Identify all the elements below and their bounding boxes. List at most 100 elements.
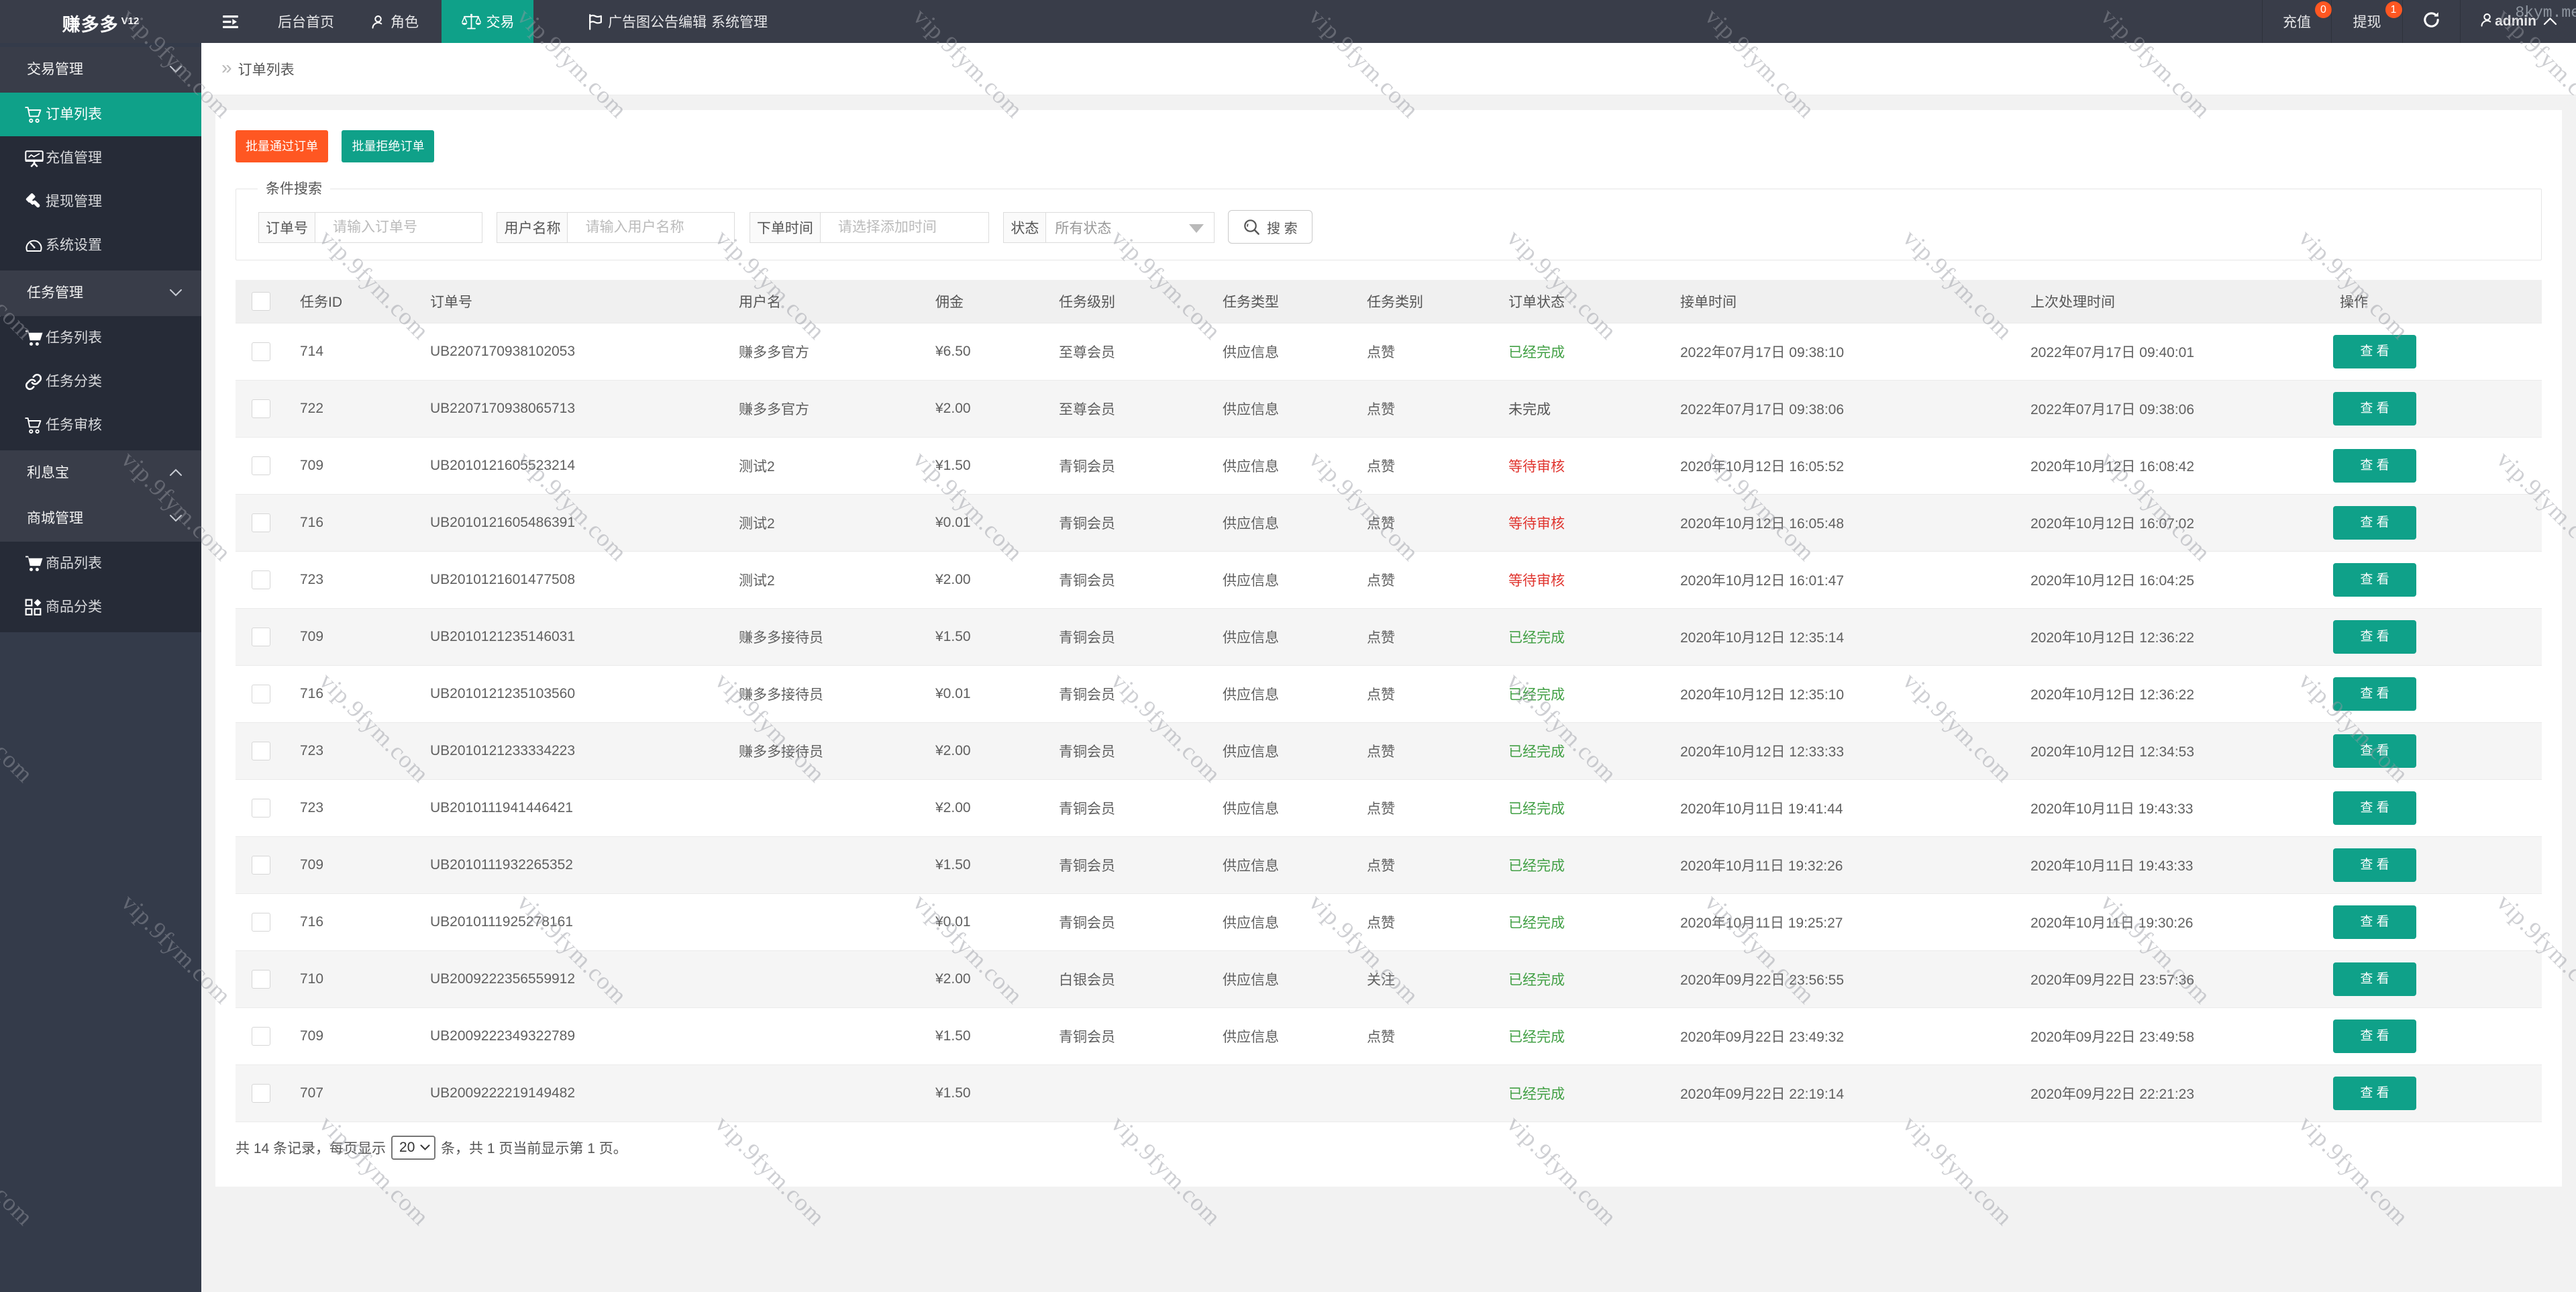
cell-select: [236, 722, 284, 779]
row-checkbox[interactable]: [252, 913, 270, 932]
user-name-group: 用户名称: [497, 212, 735, 243]
view-button[interactable]: 查 看: [2333, 848, 2416, 882]
cell-fee: ¥6.50: [919, 323, 1043, 380]
row-checkbox[interactable]: [252, 856, 270, 875]
cell-category: 点赞: [1351, 665, 1492, 722]
page-size-select[interactable]: 20: [391, 1136, 435, 1160]
cell-fee: ¥1.50: [919, 608, 1043, 665]
row-checkbox[interactable]: [252, 628, 270, 646]
page-title: 订单列表: [238, 59, 295, 79]
row-checkbox[interactable]: [252, 970, 270, 989]
cell-accept-time: 2022年07月17日 09:38:10: [1664, 323, 2014, 380]
refresh-button[interactable]: [2402, 0, 2460, 43]
sidebar-item-订单列表[interactable]: 订单列表: [0, 93, 201, 136]
row-checkbox[interactable]: [252, 456, 270, 475]
sidebar-item-任务分类[interactable]: 任务分类: [0, 360, 201, 403]
row-checkbox[interactable]: [252, 570, 270, 589]
view-button[interactable]: 查 看: [2333, 335, 2416, 368]
sidebar-item-系统设置[interactable]: 系统设置: [0, 223, 201, 267]
sidebar-toggle-button[interactable]: [201, 0, 259, 43]
order-no-input[interactable]: [315, 213, 482, 242]
row-checkbox[interactable]: [252, 1084, 270, 1103]
corner-watermark: 8kym.me: [2515, 4, 2576, 21]
view-button[interactable]: 查 看: [2333, 962, 2416, 996]
view-button[interactable]: 查 看: [2333, 791, 2416, 825]
withdraw-label: 提现: [2353, 11, 2381, 32]
cell-process-time: 2020年10月12日 16:07:02: [2014, 494, 2324, 551]
status-select[interactable]: 所有状态: [1046, 213, 1214, 242]
batch-approve-button[interactable]: 批量通过订单: [236, 130, 328, 162]
cell-select: [236, 608, 284, 665]
cell-process-time: 2020年10月11日 19:43:33: [2014, 836, 2324, 893]
view-button[interactable]: 查 看: [2333, 506, 2416, 540]
recharge-button[interactable]: 充值0: [2262, 0, 2331, 43]
sidebar-group-2[interactable]: 利息宝: [0, 450, 201, 496]
cell-select: [236, 779, 284, 836]
cell-action: 查 看: [2324, 323, 2542, 380]
row-checkbox[interactable]: [252, 799, 270, 817]
sidebar-item-提现管理[interactable]: 提现管理: [0, 180, 201, 223]
sidebar-item-充值管理[interactable]: 充值管理: [0, 136, 201, 180]
row-checkbox[interactable]: [252, 1027, 270, 1046]
sidebar-group-label: 利息宝: [27, 465, 69, 481]
sidebar-item-商品分类[interactable]: 商品分类: [0, 585, 201, 629]
tab-trade[interactable]: 交易: [442, 0, 533, 43]
sidebar-group-1[interactable]: 任务管理: [0, 270, 201, 316]
view-button[interactable]: 查 看: [2333, 734, 2416, 768]
scales-icon: [461, 13, 482, 31]
toolbar: 批量通过订单 批量拒绝订单: [236, 130, 2542, 162]
sidebar-item-商品列表[interactable]: 商品列表: [0, 542, 201, 585]
main-area: 批量通过订单 批量拒绝订单 条件搜索 订单号 用户名称 下单时间 状态 所有状态…: [201, 95, 2576, 1292]
row-checkbox[interactable]: [252, 399, 270, 418]
cell-accept-time: 2020年09月22日 23:49:32: [1664, 1007, 2014, 1064]
search-icon: [1243, 218, 1261, 236]
sidebar-group-0[interactable]: 交易管理: [0, 47, 201, 93]
cell-category: 关注: [1351, 950, 1492, 1007]
column-header-任务ID: 任务ID: [284, 280, 414, 323]
cell-user-name: 赚多多官方: [723, 323, 919, 380]
withdraw-button[interactable]: 提现1: [2331, 0, 2402, 43]
tab-dashboard[interactable]: 后台首页: [261, 0, 351, 43]
row-checkbox[interactable]: [252, 513, 270, 532]
user-name-input[interactable]: [568, 213, 734, 242]
view-button[interactable]: 查 看: [2333, 1077, 2416, 1110]
view-button[interactable]: 查 看: [2333, 1020, 2416, 1053]
table-row: 714UB2207170938102053赚多多官方¥6.50至尊会员供应信息点…: [236, 323, 2542, 380]
order-time-input[interactable]: [821, 213, 988, 242]
cell-fee: ¥2.00: [919, 380, 1043, 437]
view-button[interactable]: 查 看: [2333, 905, 2416, 939]
cell-type: 供应信息: [1206, 665, 1351, 722]
cell-action: 查 看: [2324, 722, 2542, 779]
row-checkbox[interactable]: [252, 685, 270, 703]
table-row: 723UB2010121233334223赚多多接待员¥2.00青铜会员供应信息…: [236, 722, 2542, 779]
view-button[interactable]: 查 看: [2333, 620, 2416, 654]
cell-task-id: 709: [284, 437, 414, 494]
view-button[interactable]: 查 看: [2333, 563, 2416, 597]
search-panel-legend: 条件搜索: [258, 181, 330, 198]
cell-action: 查 看: [2324, 380, 2542, 437]
topbar: 赚多多V12 后台首页 角色 交易 广告图公告编辑 系统管理 充值0 提现1 a…: [0, 0, 2576, 43]
search-button[interactable]: 搜 索: [1228, 210, 1312, 244]
sidebar-item-label: 提现管理: [46, 194, 102, 209]
row-checkbox[interactable]: [252, 342, 270, 361]
view-button[interactable]: 查 看: [2333, 392, 2416, 426]
cell-accept-time: 2020年10月12日 12:33:33: [1664, 722, 2014, 779]
view-button[interactable]: 查 看: [2333, 677, 2416, 711]
row-checkbox[interactable]: [252, 742, 270, 760]
gavel-icon: [25, 193, 43, 211]
column-header-订单状态: 订单状态: [1492, 280, 1664, 323]
sidebar-item-label: 商品分类: [46, 599, 102, 615]
sidebar-group-3[interactable]: 商城管理: [0, 496, 201, 542]
table-row: 716UB2010121605486391测试2¥0.01青铜会员供应信息点赞等…: [236, 494, 2542, 551]
view-button[interactable]: 查 看: [2333, 449, 2416, 483]
chevron-down-icon: [169, 289, 183, 297]
select-all-checkbox[interactable]: [252, 292, 270, 311]
tab-roles[interactable]: 角色: [352, 0, 437, 43]
tab-system[interactable]: 系统管理: [694, 0, 784, 43]
cell-category: 点赞: [1351, 836, 1492, 893]
sidebar-item-任务列表[interactable]: 任务列表: [0, 316, 201, 360]
cell-action: 查 看: [2324, 893, 2542, 950]
batch-reject-button[interactable]: 批量拒绝订单: [342, 130, 434, 162]
sidebar-item-任务审核[interactable]: 任务审核: [0, 403, 201, 447]
cell-status: 已经完成: [1492, 893, 1664, 950]
